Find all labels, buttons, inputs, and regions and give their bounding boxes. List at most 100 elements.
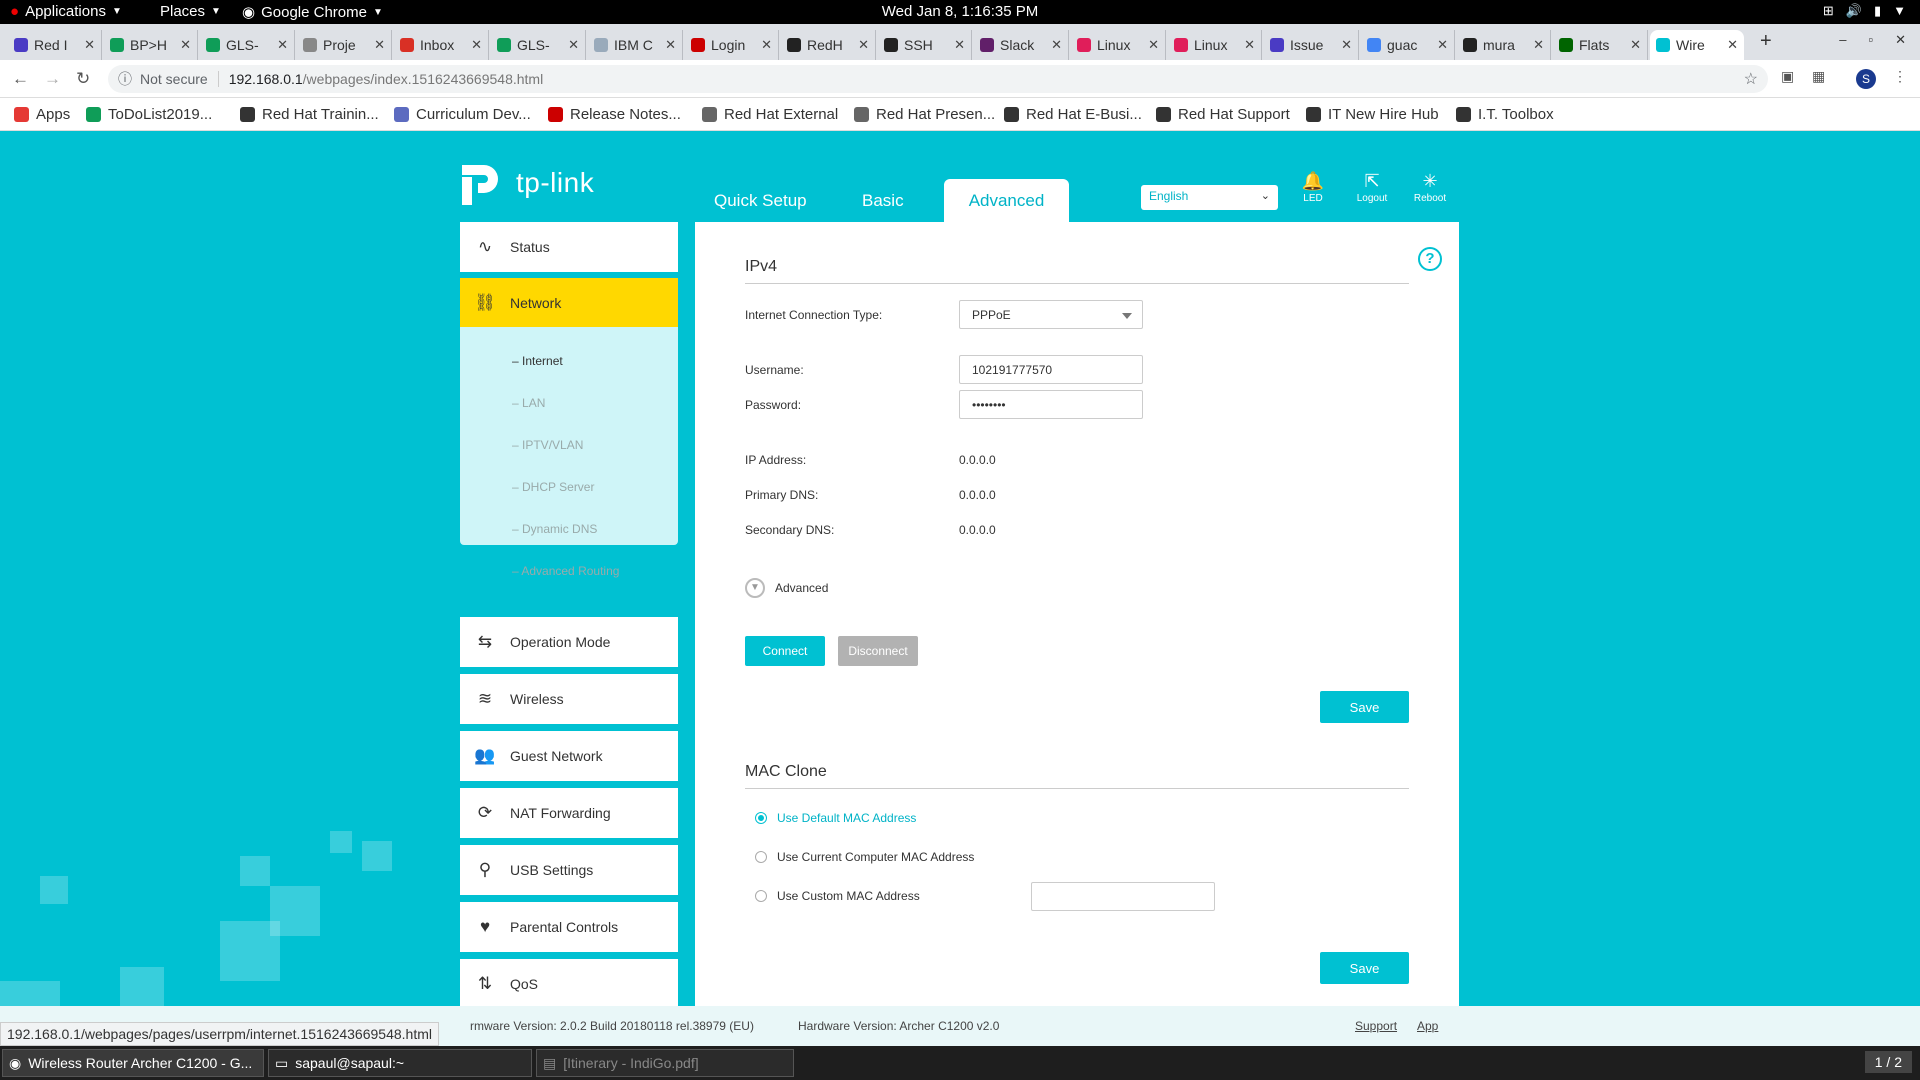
tab-advanced[interactable]: Advanced	[944, 179, 1069, 222]
help-icon[interactable]: ?	[1418, 247, 1442, 271]
reload-button[interactable]: ↻	[76, 69, 90, 89]
radio-current-mac[interactable]: Use Current Computer MAC Address	[755, 850, 974, 864]
close-tab-icon[interactable]: ✕	[1533, 37, 1544, 53]
close-tab-icon[interactable]: ✕	[1341, 37, 1352, 53]
new-tab-button[interactable]: +	[1760, 30, 1772, 53]
security-indicator[interactable]: ⓘ Not secure	[118, 69, 208, 89]
tab-basic[interactable]: Basic	[836, 179, 930, 222]
browser-tab[interactable]: Linux ✕	[1071, 30, 1166, 60]
close-tab-icon[interactable]: ✕	[180, 37, 191, 53]
language-select[interactable]: English ⌄	[1141, 185, 1278, 210]
close-tab-icon[interactable]: ✕	[471, 37, 482, 53]
browser-tab[interactable]: BP>H ✕	[104, 30, 198, 60]
close-tab-icon[interactable]: ✕	[568, 37, 579, 53]
save-mac-button[interactable]: Save	[1320, 952, 1409, 984]
radio-button[interactable]	[755, 890, 767, 902]
tab-quick-setup[interactable]: Quick Setup	[688, 179, 833, 222]
bookmark-item[interactable]: I.T. Toolbox	[1456, 106, 1554, 123]
browser-tab[interactable]: SSH ✕	[878, 30, 972, 60]
app-link[interactable]: App	[1417, 1019, 1438, 1033]
browser-tab[interactable]: IBM C ✕	[588, 30, 683, 60]
browser-tab[interactable]: Inbox ✕	[394, 30, 489, 60]
tp-link-logo[interactable]: tp-link	[460, 159, 594, 207]
chrome-menu-icon[interactable]: ⋮	[1893, 68, 1907, 85]
browser-tab[interactable]: Issue ✕	[1264, 30, 1359, 60]
close-tab-icon[interactable]: ✕	[1727, 37, 1738, 53]
close-tab-icon[interactable]: ✕	[277, 37, 288, 53]
username-field[interactable]: 102191777570	[959, 355, 1143, 384]
clock[interactable]: Wed Jan 8, 1:16:35 PM	[0, 3, 1920, 20]
radio-button[interactable]	[755, 851, 767, 863]
radio-custom-mac[interactable]: Use Custom MAC Address	[755, 889, 920, 903]
sidebar-item-usb-settings[interactable]: ⚲ USB Settings	[460, 845, 678, 895]
subnav-item-lan[interactable]: – LAN	[512, 396, 545, 410]
disconnect-button[interactable]: Disconnect	[838, 636, 918, 666]
bookmark-star-icon[interactable]: ☆	[1744, 69, 1758, 89]
close-tab-icon[interactable]: ✕	[954, 37, 965, 53]
browser-tab[interactable]: GLS- ✕	[200, 30, 295, 60]
browser-tab[interactable]: Red I ✕	[8, 30, 102, 60]
advanced-toggle[interactable]: ▼ Advanced	[745, 578, 828, 598]
system-tray[interactable]: ⊞ 🔊 ▮ ▼	[1823, 3, 1906, 19]
browser-tab[interactable]: RedH ✕	[781, 30, 876, 60]
address-bar[interactable]: ⓘ Not secure 192.168.0.1 /webpages/index…	[108, 65, 1768, 93]
browser-tab[interactable]: GLS- ✕	[491, 30, 586, 60]
browser-tab[interactable]: mura ✕	[1457, 30, 1551, 60]
taskbar-item-chrome[interactable]: ◉ Wireless Router Archer C1200 - G...	[2, 1049, 264, 1077]
bookmark-item[interactable]: Curriculum Dev...	[394, 106, 531, 123]
workspace-switcher[interactable]: 1 / 2	[1864, 1051, 1912, 1073]
close-tab-icon[interactable]: ✕	[665, 37, 676, 53]
close-window-button[interactable]: ✕	[1895, 32, 1906, 48]
close-tab-icon[interactable]: ✕	[84, 37, 95, 53]
reboot-button[interactable]: ✳ Reboot	[1405, 171, 1455, 204]
radio-default-mac[interactable]: Use Default MAC Address	[755, 811, 916, 825]
sidebar-item-operation-mode[interactable]: ⇆ Operation Mode	[460, 617, 678, 667]
taskbar-item-pdf[interactable]: ▤ [Itinerary - IndiGo.pdf]	[536, 1049, 794, 1077]
maximize-button[interactable]: ▫	[1868, 32, 1873, 48]
bookmark-item[interactable]: IT New Hire Hub	[1306, 106, 1439, 123]
connect-button[interactable]: Connect	[745, 636, 825, 666]
extension-icon[interactable]: ▣	[1781, 68, 1794, 85]
bookmark-item[interactable]: ToDoList2019...	[86, 106, 212, 123]
sidebar-item-guest-network[interactable]: 👥 Guest Network	[460, 731, 678, 781]
password-field[interactable]: ••••••••	[959, 390, 1143, 419]
sidebar-item-qos[interactable]: ⇅ QoS	[460, 959, 678, 1009]
bookmark-item[interactable]: Red Hat External	[702, 106, 838, 123]
bookmark-item[interactable]: Red Hat Presen...	[854, 106, 995, 123]
extension-icon[interactable]: ▦	[1812, 68, 1825, 85]
sidebar-item-parental-controls[interactable]: ♥ Parental Controls	[460, 902, 678, 952]
close-tab-icon[interactable]: ✕	[1244, 37, 1255, 53]
bookmark-item[interactable]: Red Hat Trainin...	[240, 106, 379, 123]
bookmark-item[interactable]: Apps	[14, 106, 70, 123]
profile-avatar[interactable]: S	[1856, 69, 1876, 89]
connection-type-select[interactable]: PPPoE	[959, 300, 1143, 329]
browser-tab[interactable]: Login ✕	[685, 30, 779, 60]
sidebar-item-wireless[interactable]: ≋ Wireless	[460, 674, 678, 724]
browser-tab[interactable]: Slack ✕	[974, 30, 1069, 60]
browser-tab[interactable]: Flats ✕	[1553, 30, 1648, 60]
custom-mac-field[interactable]	[1031, 882, 1215, 911]
sidebar-item-nat-forwarding[interactable]: ⟳ NAT Forwarding	[460, 788, 678, 838]
bookmark-item[interactable]: Release Notes...	[548, 106, 681, 123]
browser-tab[interactable]: Linux ✕	[1168, 30, 1262, 60]
logout-button[interactable]: ⇱ Logout	[1347, 171, 1397, 204]
save-ipv4-button[interactable]: Save	[1320, 691, 1409, 723]
close-tab-icon[interactable]: ✕	[374, 37, 385, 53]
close-tab-icon[interactable]: ✕	[858, 37, 869, 53]
subnav-item-dhcp-server[interactable]: – DHCP Server	[512, 480, 594, 494]
browser-tab[interactable]: Wire ✕	[1650, 30, 1744, 60]
close-tab-icon[interactable]: ✕	[1148, 37, 1159, 53]
radio-button[interactable]	[755, 812, 767, 824]
sidebar-item-network[interactable]: ⛓ Network	[460, 278, 678, 328]
browser-tab[interactable]: guac ✕	[1361, 30, 1455, 60]
back-button[interactable]: ←	[12, 69, 29, 89]
close-tab-icon[interactable]: ✕	[1630, 37, 1641, 53]
close-tab-icon[interactable]: ✕	[1051, 37, 1062, 53]
bookmark-item[interactable]: Red Hat Support	[1156, 106, 1290, 123]
subnav-item-internet[interactable]: – Internet	[512, 354, 563, 368]
taskbar-item-terminal[interactable]: ▭ sapaul@sapaul:~	[268, 1049, 532, 1077]
browser-tab[interactable]: Proje ✕	[297, 30, 392, 60]
subnav-item-dynamic-dns[interactable]: – Dynamic DNS	[512, 522, 597, 536]
close-tab-icon[interactable]: ✕	[761, 37, 772, 53]
subnav-item-iptv-vlan[interactable]: – IPTV/VLAN	[512, 438, 583, 452]
